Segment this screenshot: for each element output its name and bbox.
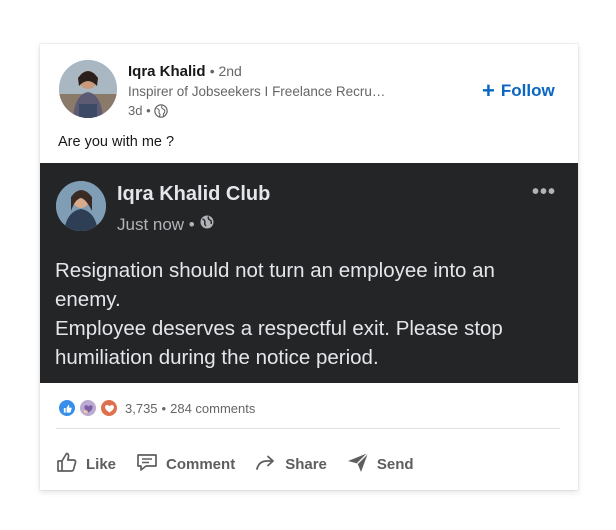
embed-text: Resignation should not turn an employee … bbox=[55, 256, 565, 372]
post-card: Iqra Khalid • 2nd Inspirer of Jobseekers… bbox=[40, 44, 578, 490]
post-header: Iqra Khalid • 2nd Inspirer of Jobseekers… bbox=[40, 44, 578, 128]
author-headline: Inspirer of Jobseekers I Freelance Recru… bbox=[128, 84, 388, 99]
embedded-post[interactable]: Iqra Khalid Club Just now • ••• Resignat… bbox=[40, 163, 578, 383]
globe-icon bbox=[153, 103, 168, 118]
globe-icon bbox=[199, 214, 215, 235]
share-button[interactable]: Share bbox=[253, 449, 327, 479]
like-button[interactable]: Like bbox=[54, 449, 116, 479]
embed-text-line: Resignation should not turn an employee … bbox=[55, 259, 495, 282]
embed-text-line: Employee deserves a respectful exit. Ple… bbox=[55, 317, 503, 340]
share-label: Share bbox=[285, 455, 327, 473]
post-time: 3d • bbox=[128, 103, 168, 118]
connection-degree: • 2nd bbox=[209, 63, 242, 79]
love-reaction-icon bbox=[100, 399, 118, 417]
like-icon bbox=[54, 449, 80, 479]
post-time-text: 3d • bbox=[128, 103, 151, 118]
social-counts[interactable]: 3,735 • 284 comments bbox=[58, 398, 255, 418]
like-label: Like bbox=[86, 455, 117, 473]
comment-button[interactable]: Comment bbox=[134, 449, 235, 479]
author-avatar[interactable] bbox=[59, 60, 117, 118]
comment-label: Comment bbox=[166, 455, 236, 473]
count-separator: • bbox=[161, 400, 167, 416]
embed-time: Just now • bbox=[117, 214, 215, 235]
comment-icon bbox=[134, 449, 160, 479]
author-name[interactable]: Iqra Khalid bbox=[128, 63, 206, 80]
follow-label: Follow bbox=[500, 81, 555, 100]
reaction-count[interactable]: 3,735 bbox=[125, 401, 158, 416]
embed-text-line: enemy. bbox=[55, 288, 121, 311]
comment-count[interactable]: 284 comments bbox=[170, 401, 255, 416]
support-reaction-icon bbox=[79, 399, 97, 417]
action-bar: Like Comment Share Send bbox=[54, 449, 432, 479]
send-button[interactable]: Send bbox=[345, 449, 414, 479]
plus-icon: + bbox=[482, 78, 495, 103]
embed-time-text: Just now • bbox=[117, 214, 195, 234]
send-label: Send bbox=[376, 455, 414, 473]
share-icon bbox=[253, 449, 279, 479]
more-icon[interactable]: ••• bbox=[532, 181, 556, 204]
like-reaction-icon bbox=[58, 399, 76, 417]
post-caption: Are you with me ? bbox=[58, 134, 175, 150]
embed-text-line: humiliation during the notice period. bbox=[55, 346, 379, 369]
follow-button[interactable]: + Follow bbox=[482, 79, 555, 103]
embed-avatar bbox=[56, 181, 106, 231]
author-line: Iqra Khalid • 2nd bbox=[128, 63, 242, 80]
embed-author-name: Iqra Khalid Club bbox=[117, 183, 271, 205]
send-icon bbox=[345, 449, 371, 479]
divider bbox=[56, 428, 560, 429]
